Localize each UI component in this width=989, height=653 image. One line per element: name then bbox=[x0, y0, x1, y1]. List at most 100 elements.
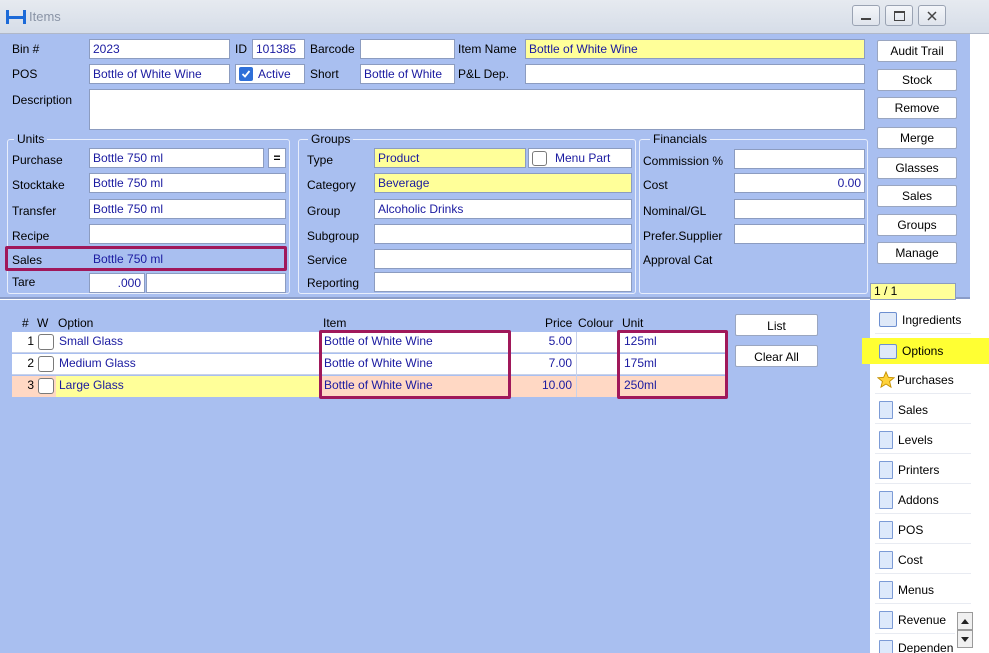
item-column-highlight-box bbox=[319, 330, 511, 399]
tab-dependencies[interactable]: Dependen bbox=[875, 636, 955, 653]
row-price[interactable]: 7.00 bbox=[512, 354, 574, 374]
document-icon bbox=[879, 610, 893, 629]
tab-label: POS bbox=[898, 522, 924, 537]
chat-icon bbox=[879, 312, 897, 327]
transfer-field[interactable]: Bottle 750 ml bbox=[89, 199, 286, 219]
title-bar bbox=[0, 0, 989, 34]
pos-label: POS bbox=[12, 67, 38, 81]
short-field[interactable]: Bottle of White bbox=[360, 64, 455, 84]
item-name-field[interactable]: Bottle of White Wine bbox=[525, 39, 865, 59]
manage-button[interactable]: Manage bbox=[877, 242, 957, 264]
merge-button[interactable]: Merge bbox=[877, 127, 957, 149]
groups-button[interactable]: Groups bbox=[877, 214, 957, 236]
pl-dep-field[interactable] bbox=[525, 64, 865, 84]
tab-ingredients[interactable]: Ingredients bbox=[875, 306, 971, 334]
list-button[interactable]: List bbox=[735, 314, 818, 336]
transfer-label: Transfer bbox=[12, 204, 57, 218]
tab-purchases[interactable]: Purchases bbox=[875, 366, 971, 394]
col-option-header: Option bbox=[58, 316, 94, 330]
minimize-button[interactable] bbox=[852, 5, 880, 26]
glasses-button[interactable]: Glasses bbox=[877, 157, 957, 179]
tare-unit-field[interactable] bbox=[146, 273, 286, 293]
category-field[interactable]: Beverage bbox=[374, 173, 632, 193]
type-field[interactable]: Product bbox=[374, 148, 526, 168]
description-field[interactable] bbox=[89, 89, 865, 130]
tab-label: Options bbox=[902, 344, 944, 358]
row-price[interactable]: 5.00 bbox=[512, 332, 574, 352]
financials-legend: Financials bbox=[650, 133, 711, 145]
sales-highlight-box bbox=[5, 246, 287, 271]
tab-addons[interactable]: Addons bbox=[875, 486, 971, 514]
supplier-label: Prefer.Supplier bbox=[643, 229, 723, 243]
active-checkbox[interactable]: Active bbox=[235, 64, 305, 84]
tab-printers[interactable]: Printers bbox=[875, 456, 971, 484]
tab-label: Purchases bbox=[897, 372, 954, 387]
row-price[interactable]: 10.00 bbox=[512, 376, 574, 396]
subgroup-label: Subgroup bbox=[307, 229, 360, 243]
document-icon bbox=[879, 490, 893, 509]
barcode-field[interactable] bbox=[360, 39, 455, 59]
tab-cost[interactable]: Cost bbox=[875, 546, 971, 574]
col-colour-header: Colour bbox=[578, 316, 614, 330]
tab-label: Levels bbox=[898, 432, 933, 447]
tab-pos[interactable]: POS bbox=[875, 516, 971, 544]
nominal-label: Nominal/GL bbox=[643, 204, 707, 218]
tab-levels[interactable]: Levels bbox=[875, 426, 971, 454]
tab-options[interactable]: Options bbox=[875, 337, 971, 365]
col-num-header: # bbox=[22, 316, 29, 330]
cost-field[interactable]: 0.00 bbox=[734, 173, 865, 193]
minimize-icon bbox=[861, 17, 871, 20]
bin-label: Bin # bbox=[12, 42, 40, 56]
nominal-field[interactable] bbox=[734, 199, 865, 219]
purchase-equals-button[interactable]: = bbox=[268, 148, 286, 168]
row-number: 1 bbox=[27, 334, 34, 348]
approval-label: Approval Cat bbox=[643, 253, 713, 267]
item-name-label: Item Name bbox=[458, 42, 517, 56]
row-checkbox[interactable] bbox=[38, 356, 54, 372]
recipe-field[interactable] bbox=[89, 224, 286, 244]
unit-column-highlight-box bbox=[617, 330, 728, 399]
group-field[interactable]: Alcoholic Drinks bbox=[374, 199, 632, 219]
pos-field[interactable]: Bottle of White Wine bbox=[89, 64, 230, 84]
bin-field[interactable]: 2023 bbox=[89, 39, 230, 59]
row-checkbox[interactable] bbox=[38, 378, 54, 394]
close-button[interactable] bbox=[918, 5, 946, 26]
short-label: Short bbox=[310, 67, 339, 81]
commission-field[interactable] bbox=[734, 149, 865, 169]
tare-field[interactable]: .000 bbox=[89, 273, 145, 293]
document-icon bbox=[879, 400, 893, 419]
stocktake-field[interactable]: Bottle 750 ml bbox=[89, 173, 286, 193]
tab-sales[interactable]: Sales bbox=[875, 396, 971, 424]
purchase-field[interactable]: Bottle 750 ml bbox=[89, 148, 264, 168]
col-unit-header: Unit bbox=[622, 316, 644, 330]
category-label: Category bbox=[307, 178, 356, 192]
col-price-header: Price bbox=[545, 316, 573, 330]
document-icon bbox=[879, 550, 893, 569]
tab-label: Printers bbox=[898, 462, 940, 477]
app-icon bbox=[6, 10, 26, 24]
tab-revenue[interactable]: Revenue bbox=[875, 606, 955, 634]
row-option[interactable]: Large Glass bbox=[57, 376, 126, 396]
tab-menus[interactable]: Menus bbox=[875, 576, 971, 604]
row-option[interactable]: Small Glass bbox=[57, 332, 125, 352]
clear-all-button[interactable]: Clear All bbox=[735, 345, 818, 367]
service-label: Service bbox=[307, 253, 348, 267]
sales-button[interactable]: Sales bbox=[877, 185, 957, 207]
audit-trail-button[interactable]: Audit Trail bbox=[877, 40, 957, 62]
subgroup-field[interactable] bbox=[374, 224, 632, 244]
maximize-button[interactable] bbox=[885, 5, 913, 26]
barcode-label: Barcode bbox=[310, 42, 355, 56]
service-field[interactable] bbox=[374, 249, 632, 269]
id-label: ID bbox=[235, 42, 247, 56]
row-option[interactable]: Medium Glass bbox=[57, 354, 138, 374]
tab-scroll-down-button[interactable] bbox=[957, 630, 973, 648]
tab-label: Dependen bbox=[898, 641, 954, 653]
tab-scroll-up-button[interactable] bbox=[957, 612, 973, 630]
stock-button[interactable]: Stock bbox=[877, 69, 957, 91]
row-checkbox[interactable] bbox=[38, 334, 54, 350]
reporting-field[interactable] bbox=[374, 272, 632, 292]
menu-part-checkbox[interactable]: Menu Part bbox=[528, 148, 632, 168]
supplier-field[interactable] bbox=[734, 224, 865, 244]
remove-button[interactable]: Remove bbox=[877, 97, 957, 119]
tab-label: Menus bbox=[898, 582, 935, 597]
